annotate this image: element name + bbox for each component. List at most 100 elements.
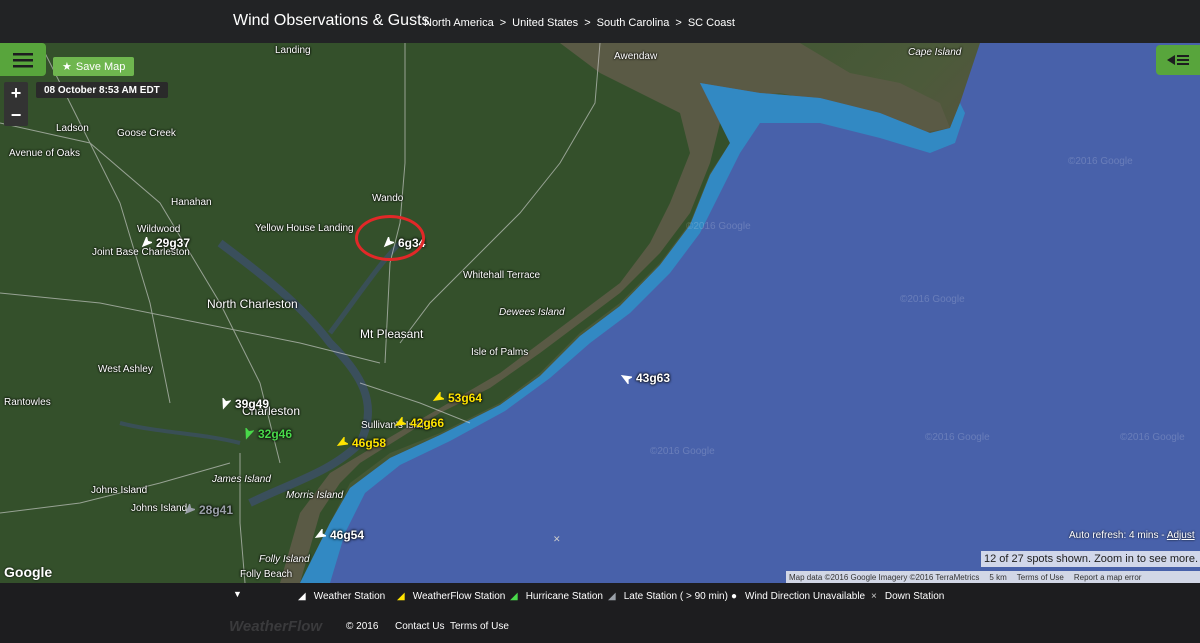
place-label: Hanahan [171, 197, 212, 208]
station-marker[interactable]: 39g49 [219, 397, 269, 411]
station-marker[interactable]: 42g66 [394, 416, 444, 430]
map-watermark: ©2016 Google [1068, 156, 1133, 167]
place-label: Johns Island [131, 503, 188, 514]
wind-arrow-icon [432, 392, 444, 401]
highlight-circle [355, 215, 425, 261]
place-label: Cape Island [908, 47, 962, 58]
station-reading: 39g49 [235, 397, 270, 411]
copyright: © 2016 [346, 621, 379, 632]
map-watermark: ©2016 Google [925, 432, 990, 443]
station-reading: 43g63 [636, 371, 671, 385]
page-title: Wind Observations & Gusts [233, 12, 430, 29]
star-icon: ★ [62, 61, 72, 73]
legend-item: ◢ Weather Station [298, 591, 385, 602]
green-arrow-icon: ◢ [510, 591, 518, 602]
legend-label: WeatherFlow Station [412, 591, 506, 602]
place-label: Awendaw [614, 51, 658, 62]
zoom-control: + − [4, 82, 28, 126]
place-label: Avenue of Oaks [9, 148, 80, 159]
place-label: Ladson [56, 123, 89, 134]
station-reading: 28g41 [199, 503, 234, 517]
place-label: Folly Beach [240, 569, 293, 580]
wind-arrow-icon [245, 428, 254, 440]
save-map-label: Save Map [75, 60, 126, 73]
map-watermark: ©2016 Google [650, 446, 715, 457]
place-label: Dewees Island [499, 307, 565, 318]
map-watermark: ©2016 Google [686, 221, 751, 232]
wind-arrow-icon [394, 417, 406, 426]
station-legend: ▼ ◢ Weather Station ◢ WeatherFlow Station ◢ H… [0, 583, 1200, 611]
place-label: Wando [372, 193, 404, 204]
map-terms-link[interactable]: Terms of Use [1017, 573, 1064, 582]
legend-item: ◢ Late Station ( > 90 min) [608, 591, 728, 602]
place-label: Rantowles [4, 397, 51, 408]
station-marker[interactable]: 46g54 [314, 528, 364, 542]
legend-label: Weather Station [313, 591, 386, 602]
legend-item: ● Wind Direction Unavailable [731, 591, 865, 602]
down-station-marker[interactable]: ✕ [553, 534, 561, 545]
place-label: Landing [275, 45, 311, 56]
place-label: Mt Pleasant [360, 327, 424, 341]
place-label: James Island [212, 474, 271, 485]
legend-toggle-button[interactable] [1156, 45, 1200, 75]
map-watermark: ©2016 Google [900, 294, 965, 305]
report-map-error-link[interactable]: Report a map error [1074, 573, 1142, 582]
adjust-refresh-link[interactable]: Adjust [1167, 530, 1195, 541]
station-marker[interactable]: 32g46 [242, 427, 292, 441]
layers-list-icon [1167, 55, 1189, 65]
legend-label: Hurricane Station [525, 591, 603, 602]
place-label: North Charleston [207, 297, 298, 311]
observation-timestamp: 08 October 8:53 AM EDT [36, 82, 168, 98]
station-marker[interactable]: 43g63 [620, 371, 670, 385]
place-label: Whitehall Terrace [463, 270, 541, 281]
breadcrumb-item[interactable]: United States [512, 17, 578, 29]
station-marker[interactable]: 46g58 [336, 436, 386, 450]
map-data-credit: Map data ©2016 Google Imagery ©2016 Terr… [789, 572, 980, 582]
place-label: Wildwood [137, 224, 181, 235]
legend-label: Late Station ( > 90 min) [623, 591, 728, 602]
weatherflow-logo[interactable]: WeatherFlow [229, 618, 322, 635]
station-reading: 32g46 [258, 427, 293, 441]
map-watermark: ©2016 Google [1120, 432, 1185, 443]
terms-of-use-link[interactable]: Terms of Use [450, 621, 509, 632]
breadcrumb-item[interactable]: SC Coast [688, 17, 735, 29]
legend-label: Down Station [884, 591, 945, 602]
menu-button[interactable] [0, 43, 46, 76]
google-logo[interactable]: Google [4, 564, 52, 580]
auto-refresh-status: Auto refresh: 4 mins - Adjust [1069, 530, 1195, 541]
zoom-in-button[interactable]: + [4, 82, 28, 104]
hamburger-icon [13, 52, 33, 67]
station-reading: 42g66 [410, 416, 445, 430]
auto-refresh-label: Auto refresh: 4 mins - [1069, 530, 1167, 541]
top-header: Wind Observations & Gusts North America >… [0, 0, 1200, 43]
station-marker[interactable]: 28g41 [183, 503, 233, 517]
gray-arrow-icon: ◢ [608, 591, 616, 602]
map-imagery [0, 43, 1200, 583]
wind-arrow-icon [222, 398, 231, 410]
spots-shown-status: 12 of 27 spots shown. Zoom in to see mor… [981, 551, 1200, 567]
zoom-out-button[interactable]: − [4, 104, 28, 126]
station-reading: 29g37 [156, 236, 191, 250]
breadcrumb-item[interactable]: South Carolina [597, 17, 670, 29]
station-marker[interactable]: 53g64 [432, 391, 482, 405]
save-map-button[interactable]: ★ Save Map [53, 57, 135, 76]
place-label: Yellow House Landing [255, 223, 354, 234]
place-label: Morris Island [286, 490, 344, 501]
contact-us-link[interactable]: Contact Us [395, 621, 444, 632]
wind-arrow-icon [314, 529, 326, 538]
station-reading: 46g58 [352, 436, 387, 450]
place-label: Folly Island [259, 554, 310, 565]
place-label: Goose Creek [117, 128, 176, 139]
white-arrow-icon: ◢ [298, 591, 306, 602]
wind-arrow-icon [141, 237, 152, 248]
place-label: Johns Island [91, 485, 148, 496]
wind-arrow-icon [620, 375, 632, 384]
legend-label: Wind Direction Unavailable [745, 591, 866, 602]
station-marker[interactable]: 29g37 [140, 236, 190, 250]
place-label: Isle of Palms [471, 347, 529, 358]
place-label: West Ashley [98, 364, 153, 375]
legend-collapse-icon[interactable]: ▼ [233, 589, 242, 599]
map-attribution: Map data ©2016 Google Imagery ©2016 Terr… [786, 571, 1200, 583]
map-canvas[interactable]: Landing Awendaw Cape Island Ladson Goose Cre… [0, 43, 1200, 583]
breadcrumb-item[interactable]: North America [424, 17, 494, 29]
